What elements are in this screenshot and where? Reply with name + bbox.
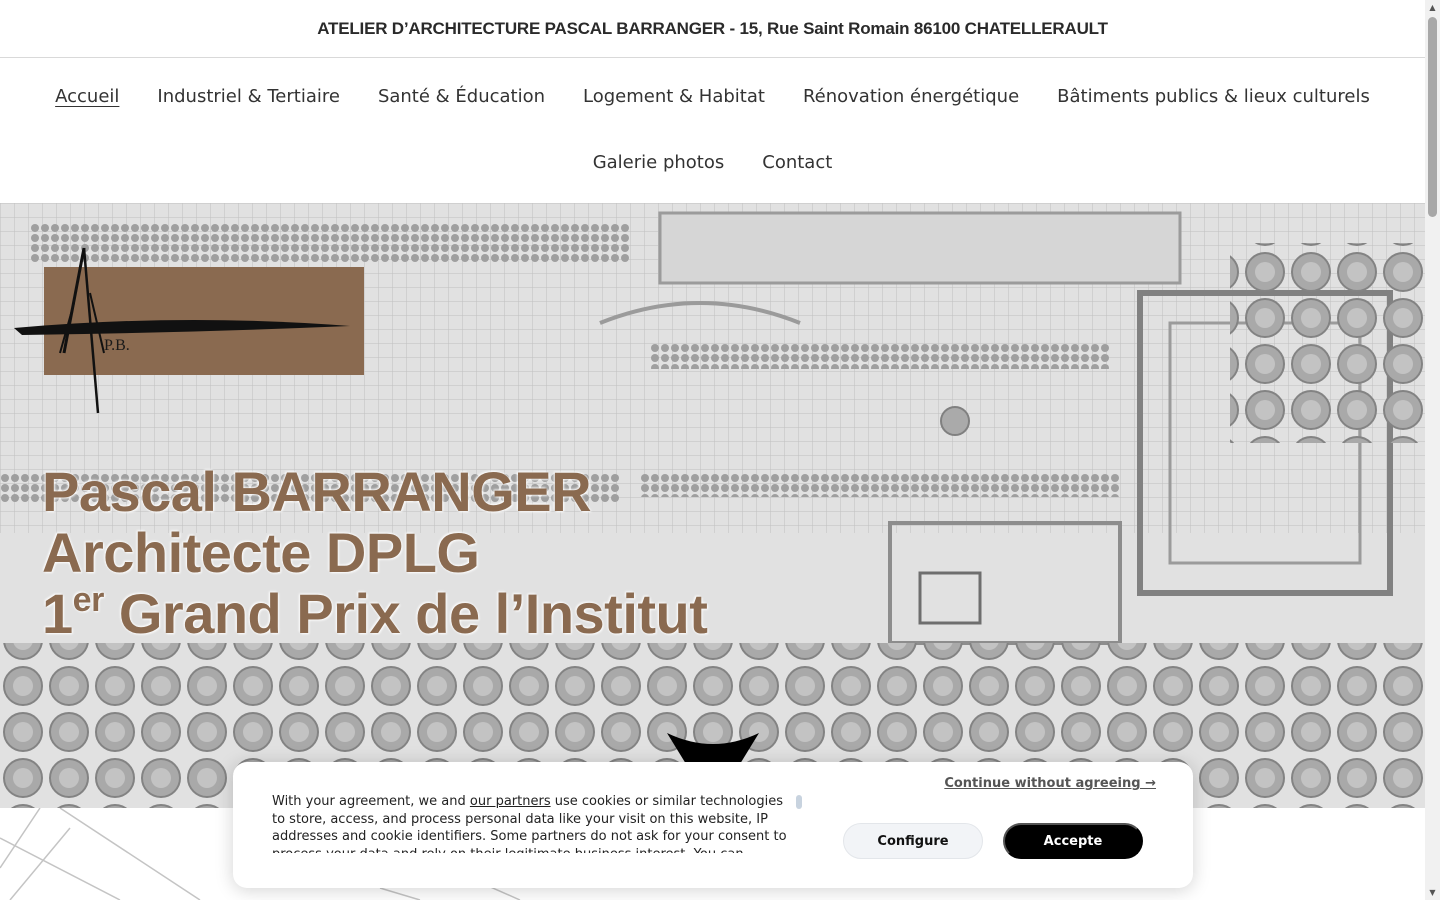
nav-item-contact[interactable]: Contact xyxy=(762,151,832,175)
address-bar: ATELIER D’ARCHITECTURE PASCAL BARRANGER … xyxy=(0,0,1425,58)
nav-item-logement-habitat[interactable]: Logement & Habitat xyxy=(583,85,765,109)
cookie-consent-banner: Continue without agreeing → With your ag… xyxy=(233,762,1193,888)
cookie-text-scrollbar[interactable] xyxy=(796,795,802,809)
main-nav: Accueil Industriel & Tertiaire Santé & É… xyxy=(0,58,1425,203)
accept-button[interactable]: Accepte xyxy=(1003,823,1143,859)
hero-title: Pascal BARRANGER Architecte DPLG 1er Gra… xyxy=(42,460,708,645)
nav-item-sante-education[interactable]: Santé & Éducation xyxy=(378,85,545,109)
hero-title-line-1: Pascal BARRANGER xyxy=(42,460,592,523)
hero-banner: P.B. Pascal BARRANGER Architecte DPLG 1e… xyxy=(0,203,1425,808)
hero-title-superscript: er xyxy=(72,581,105,619)
logo-initials: P.B. xyxy=(104,337,130,354)
page-scrollbar[interactable]: ▲ ▼ xyxy=(1425,0,1440,900)
configure-button[interactable]: Configure xyxy=(843,823,983,859)
cookie-text-before: With your agreement, we and xyxy=(272,794,470,809)
hero-title-rest: Grand Prix de l’Institut xyxy=(103,582,708,645)
nav-item-accueil[interactable]: Accueil xyxy=(55,85,119,109)
scroll-up-arrow-icon[interactable]: ▲ xyxy=(1425,0,1440,15)
scroll-down-arrow-icon[interactable]: ▼ xyxy=(1425,885,1440,900)
hero-title-number: 1 xyxy=(42,582,73,645)
hero-title-line-3: 1er Grand Prix de l’Institut xyxy=(42,581,708,645)
nav-item-renovation-energetique[interactable]: Rénovation énergétique xyxy=(803,85,1019,109)
nav-row-1: Accueil Industriel & Tertiaire Santé & É… xyxy=(0,85,1425,109)
nav-item-batiments-publics[interactable]: Bâtiments publics & lieux culturels xyxy=(1057,85,1370,109)
hero-title-line-2: Architecte DPLG xyxy=(42,521,480,584)
continue-without-agreeing-link[interactable]: Continue without agreeing → xyxy=(944,776,1156,791)
nav-item-industriel-tertiaire[interactable]: Industriel & Tertiaire xyxy=(157,85,340,109)
cookie-consent-text: With your agreement, we and our partners… xyxy=(272,793,792,853)
scrollbar-thumb[interactable] xyxy=(1428,17,1437,217)
nav-item-galerie-photos[interactable]: Galerie photos xyxy=(593,151,725,175)
our-partners-link[interactable]: our partners xyxy=(470,794,551,809)
studio-address: ATELIER D’ARCHITECTURE PASCAL BARRANGER … xyxy=(317,18,1108,38)
logo-mark xyxy=(14,247,350,414)
nav-row-2: Galerie photos Contact xyxy=(0,151,1425,175)
